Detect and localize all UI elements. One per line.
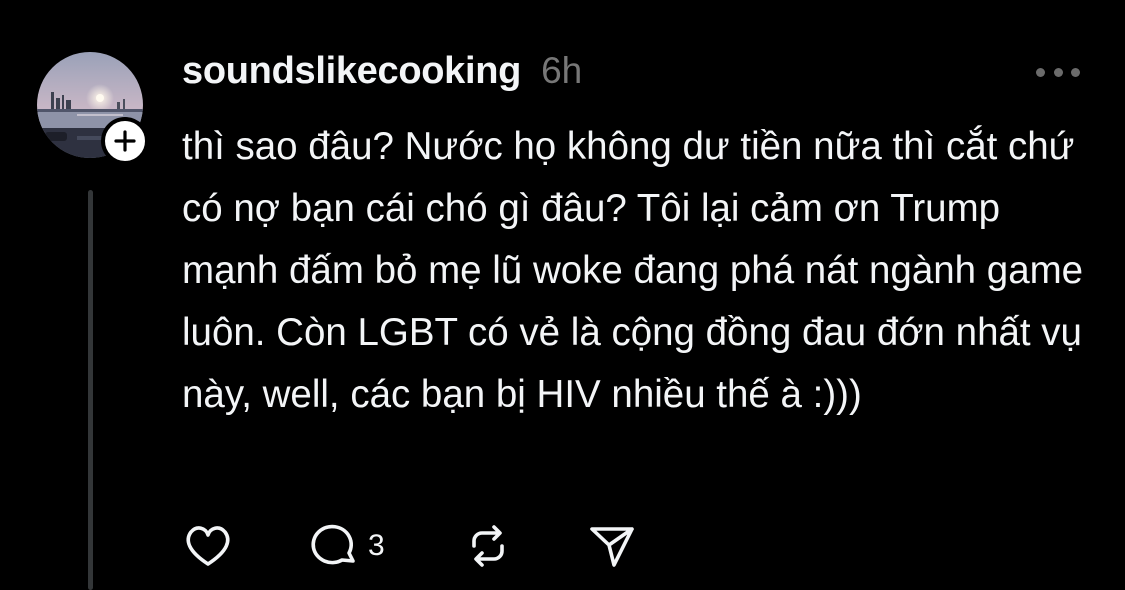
thread-post: soundslikecooking 6h thì sao đâu? Nước h… [0, 0, 1125, 590]
more-dot [1071, 67, 1080, 77]
post-time: 6h [541, 50, 583, 91]
repost-button[interactable] [463, 522, 513, 570]
post-header: soundslikecooking 6h [182, 50, 582, 100]
follow-button[interactable] [101, 117, 149, 165]
share-button[interactable] [587, 522, 637, 570]
action-bar: 3 [182, 522, 637, 570]
reply-count: 3 [368, 529, 385, 562]
thread-line [88, 190, 93, 590]
repost-icon [471, 525, 504, 567]
more-dot [1036, 67, 1045, 77]
reply-button[interactable]: 3 [310, 522, 385, 570]
more-dot [1053, 67, 1063, 77]
more-options-button[interactable] [1036, 64, 1080, 80]
plus-icon [114, 130, 136, 152]
username[interactable]: soundslikecooking [182, 50, 521, 93]
post-body: thì sao đâu? Nước họ không dư tiền nữa t… [182, 125, 1084, 416]
heart-icon [186, 526, 230, 566]
send-icon [589, 527, 634, 567]
like-button[interactable] [182, 522, 234, 570]
comment-icon [311, 524, 355, 565]
